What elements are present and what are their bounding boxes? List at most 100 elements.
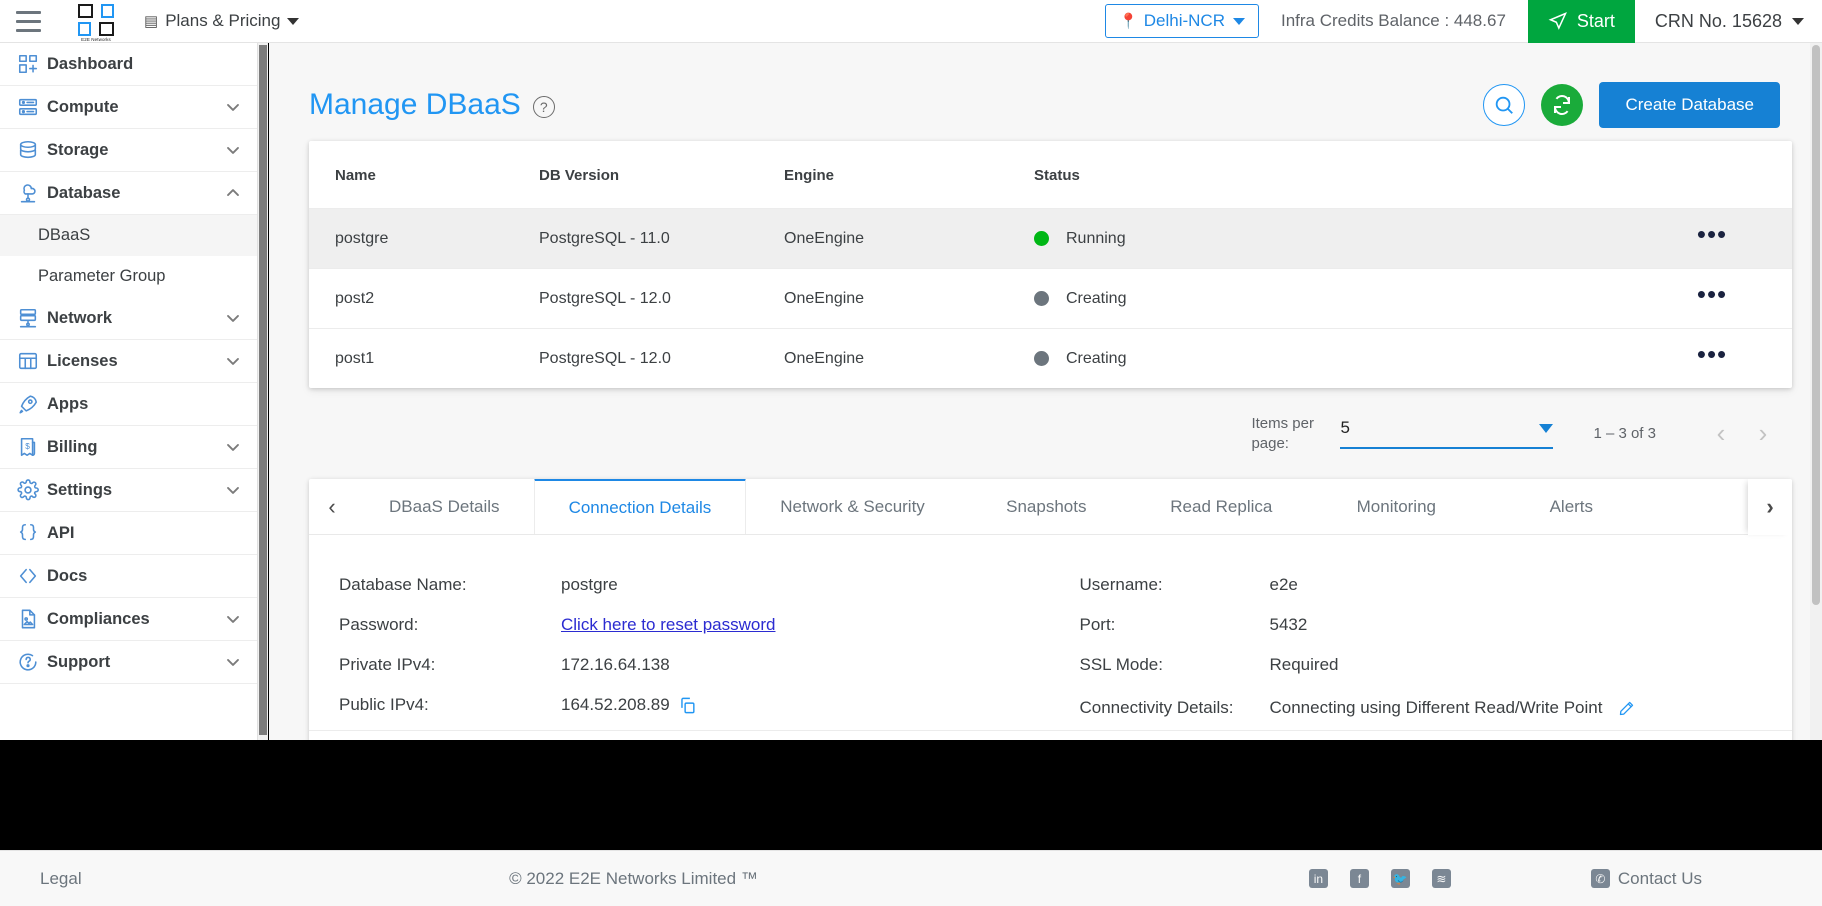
sidebar-scrollbar-thumb[interactable]	[259, 45, 267, 735]
sidebar-item-network[interactable]: Network	[0, 297, 257, 340]
cell-status: Creating	[1034, 329, 1632, 389]
rss-icon[interactable]: ≋	[1431, 869, 1451, 888]
sidebar-item-database[interactable]: Database	[0, 172, 257, 215]
main-scrollbar-thumb[interactable]	[1812, 45, 1820, 605]
detail-label-password: Password:	[339, 615, 419, 634]
sidebar-item-storage[interactable]: Storage	[0, 129, 257, 172]
more-options-icon[interactable]: •••	[1697, 219, 1727, 249]
question-mark-icon[interactable]: ?	[532, 96, 555, 118]
items-per-page-select[interactable]: 5	[1340, 418, 1554, 449]
tabs-bar: ‹ DBaaS Details Connection Details Network…	[309, 479, 1792, 535]
detail-row: SSL Mode: Required	[1080, 645, 1793, 685]
chevron-down-icon[interactable]	[223, 609, 243, 629]
linkedin-icon[interactable]: in	[1308, 869, 1328, 888]
cell-engine: OneEngine	[784, 208, 1034, 269]
infra-credits-balance: Infra Credits Balance : 448.67	[1280, 11, 1506, 30]
paginator: Items per page: 5 1 – 3 of 3 ‹ ›	[269, 388, 1822, 453]
tab-alerts[interactable]: Alerts	[1484, 479, 1659, 534]
status-badge: Running	[1034, 230, 1632, 248]
reset-password-link[interactable]: Click here to reset password	[561, 615, 775, 635]
e2e-networks-logo[interactable]: E2E Networks	[74, 1, 118, 42]
legal-link[interactable]: Legal	[0, 869, 258, 889]
crn-menu[interactable]: CRN No. 15628	[1635, 11, 1822, 32]
sidebar-item-apps[interactable]: Apps	[0, 383, 257, 426]
sidebar-item-label: API	[47, 523, 75, 542]
next-page-button[interactable]: ›	[1746, 417, 1780, 451]
tabs-scroll-right-button[interactable]: ›	[1748, 479, 1792, 535]
sidebar-item-label: Network	[47, 308, 113, 327]
tab-label: Snapshots	[1006, 496, 1087, 516]
plans-and-pricing-menu[interactable]: ▤ Plans & Pricing	[144, 11, 300, 31]
storage-icon	[17, 139, 47, 161]
column-header-engine[interactable]: Engine	[784, 141, 1034, 209]
chevron-up-icon[interactable]	[223, 183, 243, 203]
sidebar-subitem-dbaas[interactable]: DBaaS	[0, 215, 257, 256]
status-dot-icon	[1034, 351, 1049, 366]
copy-icon[interactable]	[678, 696, 697, 715]
tab-dbaas-details[interactable]: DBaaS Details	[355, 479, 534, 534]
start-button[interactable]: Start	[1527, 0, 1635, 43]
dashboard-icon	[17, 53, 47, 75]
tab-read-replica[interactable]: Read Replica	[1134, 479, 1309, 534]
detail-label-public-ipv4: Public IPv4:	[339, 695, 429, 714]
sidebar-item-dashboard[interactable]: Dashboard	[0, 43, 257, 86]
contact-us-link[interactable]: ✆ Contact Us	[1590, 869, 1702, 889]
tab-monitoring[interactable]: Monitoring	[1309, 479, 1484, 534]
create-database-button[interactable]: Create Database	[1599, 82, 1780, 128]
sidebar-item-api[interactable]: API	[0, 512, 257, 555]
chevron-down-icon[interactable]	[223, 308, 243, 328]
chevron-down-icon	[1232, 17, 1245, 25]
tab-connection-details[interactable]: Connection Details	[533, 479, 747, 534]
document-icon	[17, 608, 47, 630]
sidebar-item-docs[interactable]: Docs	[0, 555, 257, 598]
tab-label: DBaaS Details	[389, 496, 500, 516]
sidebar-subitem-label: DBaaS	[38, 226, 91, 244]
chevron-down-icon[interactable]	[223, 437, 243, 457]
logo-mark	[78, 4, 114, 38]
sidebar-item-compliances[interactable]: Compliances	[0, 598, 257, 641]
refresh-icon[interactable]	[1541, 84, 1584, 126]
tab-snapshots[interactable]: Snapshots	[959, 479, 1134, 534]
detail-row: Database Name: postgre	[339, 565, 1052, 605]
sidebar-item-compute[interactable]: Compute	[0, 86, 257, 129]
detail-value-private-ipv4: 172.16.64.138	[561, 655, 670, 674]
column-header-actions	[1632, 141, 1792, 209]
sidebar-subitem-parameter-group[interactable]: Parameter Group	[0, 256, 257, 297]
twitter-icon[interactable]: 🐦	[1390, 869, 1410, 888]
hamburger-icon[interactable]	[0, 0, 56, 43]
tab-label: Alerts	[1549, 496, 1594, 516]
cell-name: post2	[309, 268, 539, 329]
more-options-icon[interactable]: •••	[1697, 279, 1727, 309]
tabs-scroll-left-button[interactable]: ‹	[309, 479, 355, 534]
facebook-icon[interactable]: f	[1349, 869, 1369, 888]
detail-label-database-name: Database Name:	[339, 575, 467, 594]
chevron-down-icon[interactable]	[223, 97, 243, 117]
sidebar-item-label: Billing	[47, 437, 98, 456]
column-header-status[interactable]: Status	[1034, 141, 1632, 209]
sidebar-item-label: Support	[47, 652, 111, 671]
location-pin-icon: 📍	[1119, 13, 1138, 30]
table-row[interactable]: post2 PostgreSQL - 12.0 OneEngine Creating •…	[309, 268, 1792, 329]
column-header-db-version[interactable]: DB Version	[539, 141, 784, 209]
sidebar-item-licenses[interactable]: Licenses	[0, 340, 257, 383]
send-icon	[1548, 11, 1568, 31]
edit-icon[interactable]	[1618, 700, 1635, 717]
sidebar-item-billing[interactable]: $ Billing	[0, 426, 257, 469]
sidebar-item-settings[interactable]: Settings	[0, 469, 257, 512]
chevron-down-icon[interactable]	[223, 140, 243, 160]
chevron-down-icon[interactable]	[223, 480, 243, 500]
table-row[interactable]: post1 PostgreSQL - 12.0 OneEngine Creating •…	[309, 329, 1792, 389]
sidebar-item-support[interactable]: Support	[0, 641, 257, 684]
table-row[interactable]: postgre PostgreSQL - 11.0 OneEngine Running…	[309, 208, 1792, 269]
region-selector[interactable]: 📍 Delhi-NCR	[1105, 4, 1259, 38]
more-options-icon[interactable]: •••	[1697, 339, 1727, 369]
chevron-down-icon[interactable]	[223, 351, 243, 371]
tab-network-security[interactable]: Network & Security	[746, 479, 959, 534]
chevron-down-icon[interactable]	[223, 652, 243, 672]
detail-row: Public IPv4: 164.52.208.89	[339, 685, 1052, 725]
previous-page-button[interactable]: ‹	[1704, 417, 1738, 451]
search-icon[interactable]	[1483, 84, 1526, 126]
column-header-name[interactable]: Name	[309, 141, 539, 209]
cell-engine: OneEngine	[784, 349, 865, 367]
connection-details-panel: Database Name: postgre Password: Click here…	[309, 535, 1792, 731]
